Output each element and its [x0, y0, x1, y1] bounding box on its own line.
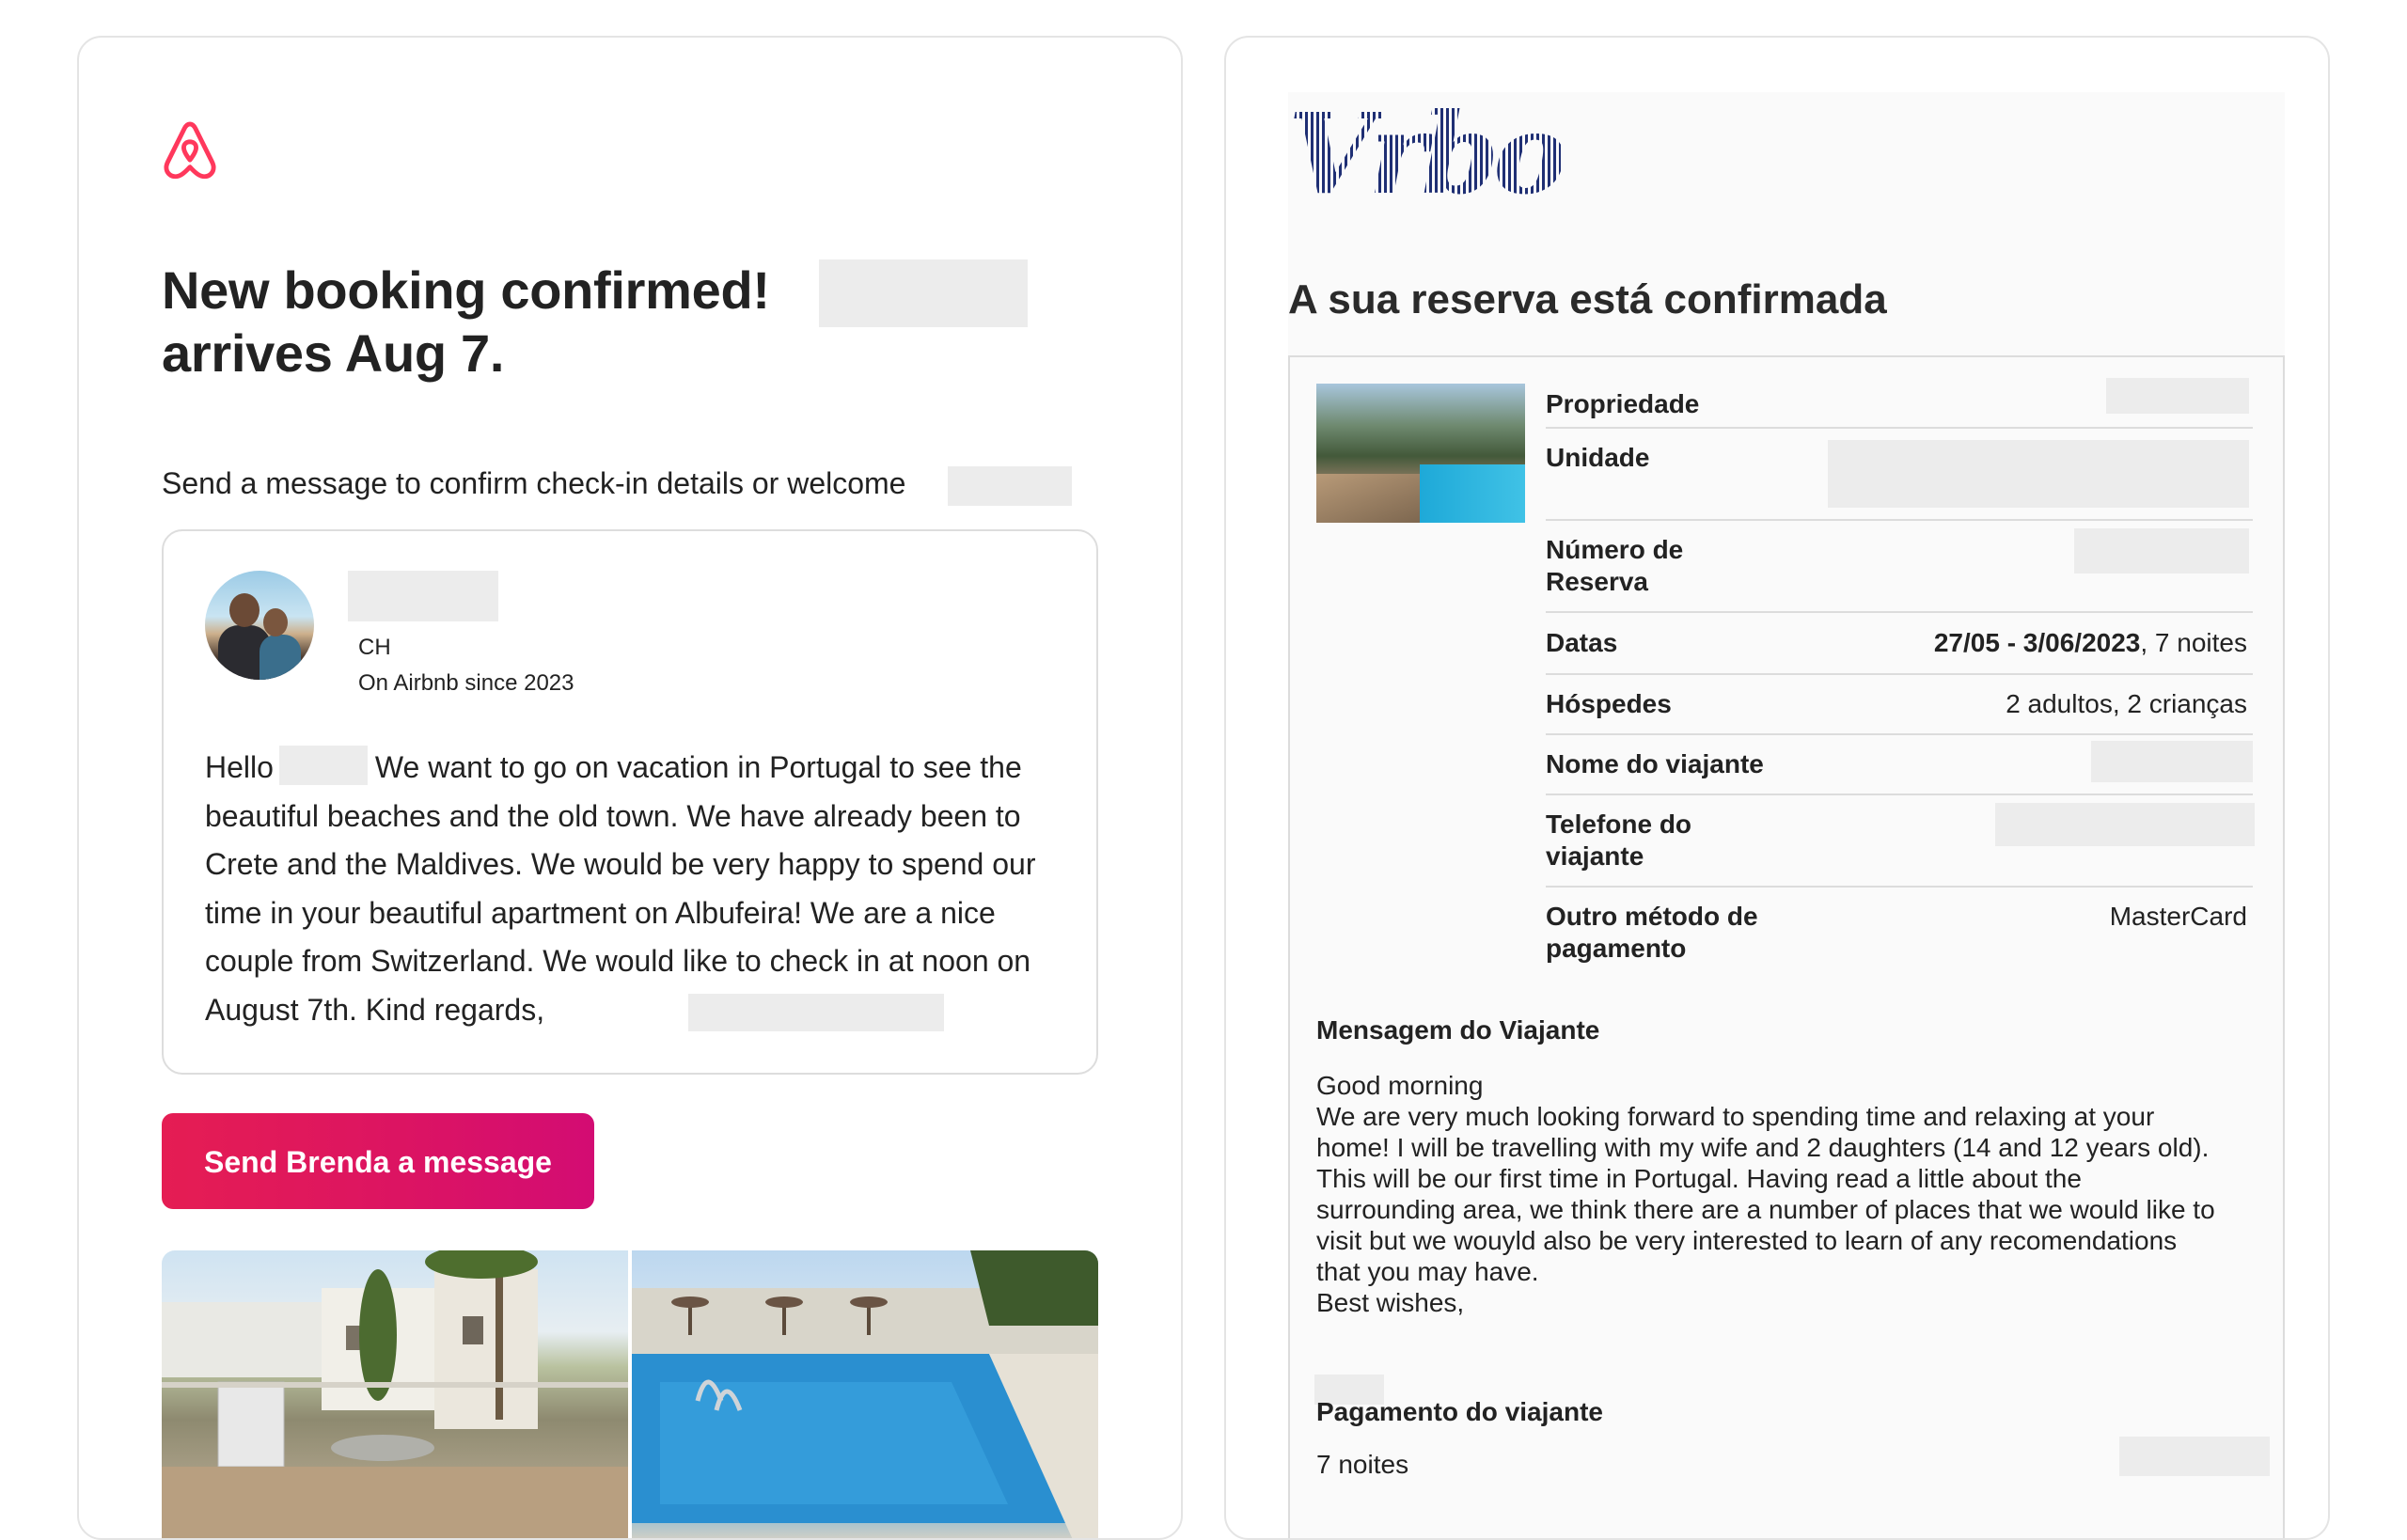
redacted-guest-full-name — [348, 571, 498, 621]
traveler-message-line: surrounding area, we think there are a n… — [1316, 1195, 2215, 1224]
booking-details-box: Propriedade Unidade Número de Reserva Da… — [1288, 355, 2285, 1538]
detail-label: Hóspedes — [1546, 689, 1672, 718]
message-greeting: Hello — [205, 750, 274, 784]
detail-row-traveler-name: Nome do viajante — [1546, 735, 2253, 795]
vrbo-email-body: Vrbo A sua reserva está confirmada Propr… — [1288, 88, 2285, 1538]
redacted-value — [2074, 528, 2249, 574]
send-message-button[interactable]: Send Brenda a message — [162, 1113, 594, 1209]
traveler-message-line: home! I will be travelling with my wife … — [1316, 1133, 2210, 1162]
airbnb-logo-icon — [164, 121, 216, 180]
detail-row-guests: Hóspedes 2 adultos, 2 crianças — [1546, 675, 2253, 735]
detail-label: Propriedade — [1546, 389, 1700, 418]
detail-label: Número de Reserva — [1546, 535, 1684, 596]
detail-label: Telefone do viajante — [1546, 809, 1692, 871]
detail-row-dates: Datas 27/05 - 3/06/2023, 7 noites — [1546, 613, 2253, 675]
traveler-message-line: Best wishes, — [1316, 1288, 1465, 1317]
detail-row-payment-method: Outro método de pagamento MasterCard — [1546, 888, 2253, 980]
detail-label: Datas — [1546, 628, 1618, 657]
redacted-guest-name-2 — [948, 466, 1072, 506]
dates-nights: , 7 noites — [2140, 628, 2247, 657]
title-line-1: New booking confirmed! — [162, 260, 770, 320]
detail-label: Nome do viajante — [1546, 749, 1764, 778]
traveler-message-line: We are very much looking forward to spen… — [1316, 1102, 2155, 1131]
redacted-value — [1828, 440, 2249, 508]
traveler-message-line: visit but we wouyld also be very interes… — [1316, 1226, 2178, 1255]
redacted-value — [2091, 741, 2253, 782]
traveler-message-line: that you may have. — [1316, 1257, 1539, 1286]
detail-row-property: Propriedade — [1546, 376, 2253, 429]
title-line-2: arrives Aug 7. — [162, 323, 505, 383]
traveler-message-heading: Mensagem do Viajante — [1316, 1015, 1600, 1045]
vrbo-logo: Vrbo — [1288, 88, 1567, 219]
traveler-message-line: Good morning — [1316, 1071, 1484, 1100]
vrbo-email-card: Vrbo A sua reserva está confirmada Propr… — [1224, 36, 2330, 1540]
listing-photo-pool[interactable] — [632, 1250, 1098, 1538]
guest-country: CH — [358, 635, 391, 660]
redacted-value — [2106, 378, 2249, 414]
detail-row-unit: Unidade — [1546, 429, 2253, 521]
guest-avatar[interactable] — [205, 571, 314, 680]
detail-label: Unidade — [1546, 443, 1650, 472]
detail-row-traveler-phone: Telefone do viajante — [1546, 795, 2255, 888]
listing-photo-balcony[interactable] — [162, 1250, 628, 1538]
detail-value: 27/05 - 3/06/2023, 7 noites — [1934, 627, 2247, 659]
redacted-host-name — [278, 746, 368, 785]
redacted-value — [1995, 803, 2255, 846]
traveler-message-line: This will be our first time in Portugal.… — [1316, 1164, 2082, 1193]
detail-label: Outro método de pagamento — [1546, 902, 1758, 963]
redacted-signature — [688, 994, 944, 1031]
vrbo-confirmation-title: A sua reserva está confirmada — [1288, 276, 1887, 322]
message-body: We want to go on vacation in Portugal to… — [205, 750, 1036, 1027]
redacted-guest-name — [819, 259, 1028, 327]
detail-value: 2 adultos, 2 crianças — [2006, 689, 2247, 718]
payment-nights: 7 noites — [1316, 1450, 1409, 1479]
booking-subtitle: Send a message to confirm check-in detai… — [162, 466, 906, 500]
detail-row-reservation-number: Número de Reserva — [1546, 521, 2253, 613]
guest-member-since: On Airbnb since 2023 — [358, 670, 574, 696]
detail-value: MasterCard — [2109, 902, 2247, 931]
guest-message-box: CH On Airbnb since 2023 Hello We want to … — [162, 529, 1098, 1075]
payment-heading: Pagamento do viajante — [1316, 1397, 1603, 1426]
dates-range: 27/05 - 3/06/2023 — [1933, 628, 2141, 657]
airbnb-email-card: New booking confirmed! arrives Aug 7. Se… — [77, 36, 1183, 1540]
guest-message-text: Hello We want to go on vacation in Portug… — [205, 744, 1070, 1034]
property-photo[interactable] — [1316, 384, 1525, 523]
traveler-message: Good morning We are very much looking fo… — [1316, 1070, 2266, 1318]
